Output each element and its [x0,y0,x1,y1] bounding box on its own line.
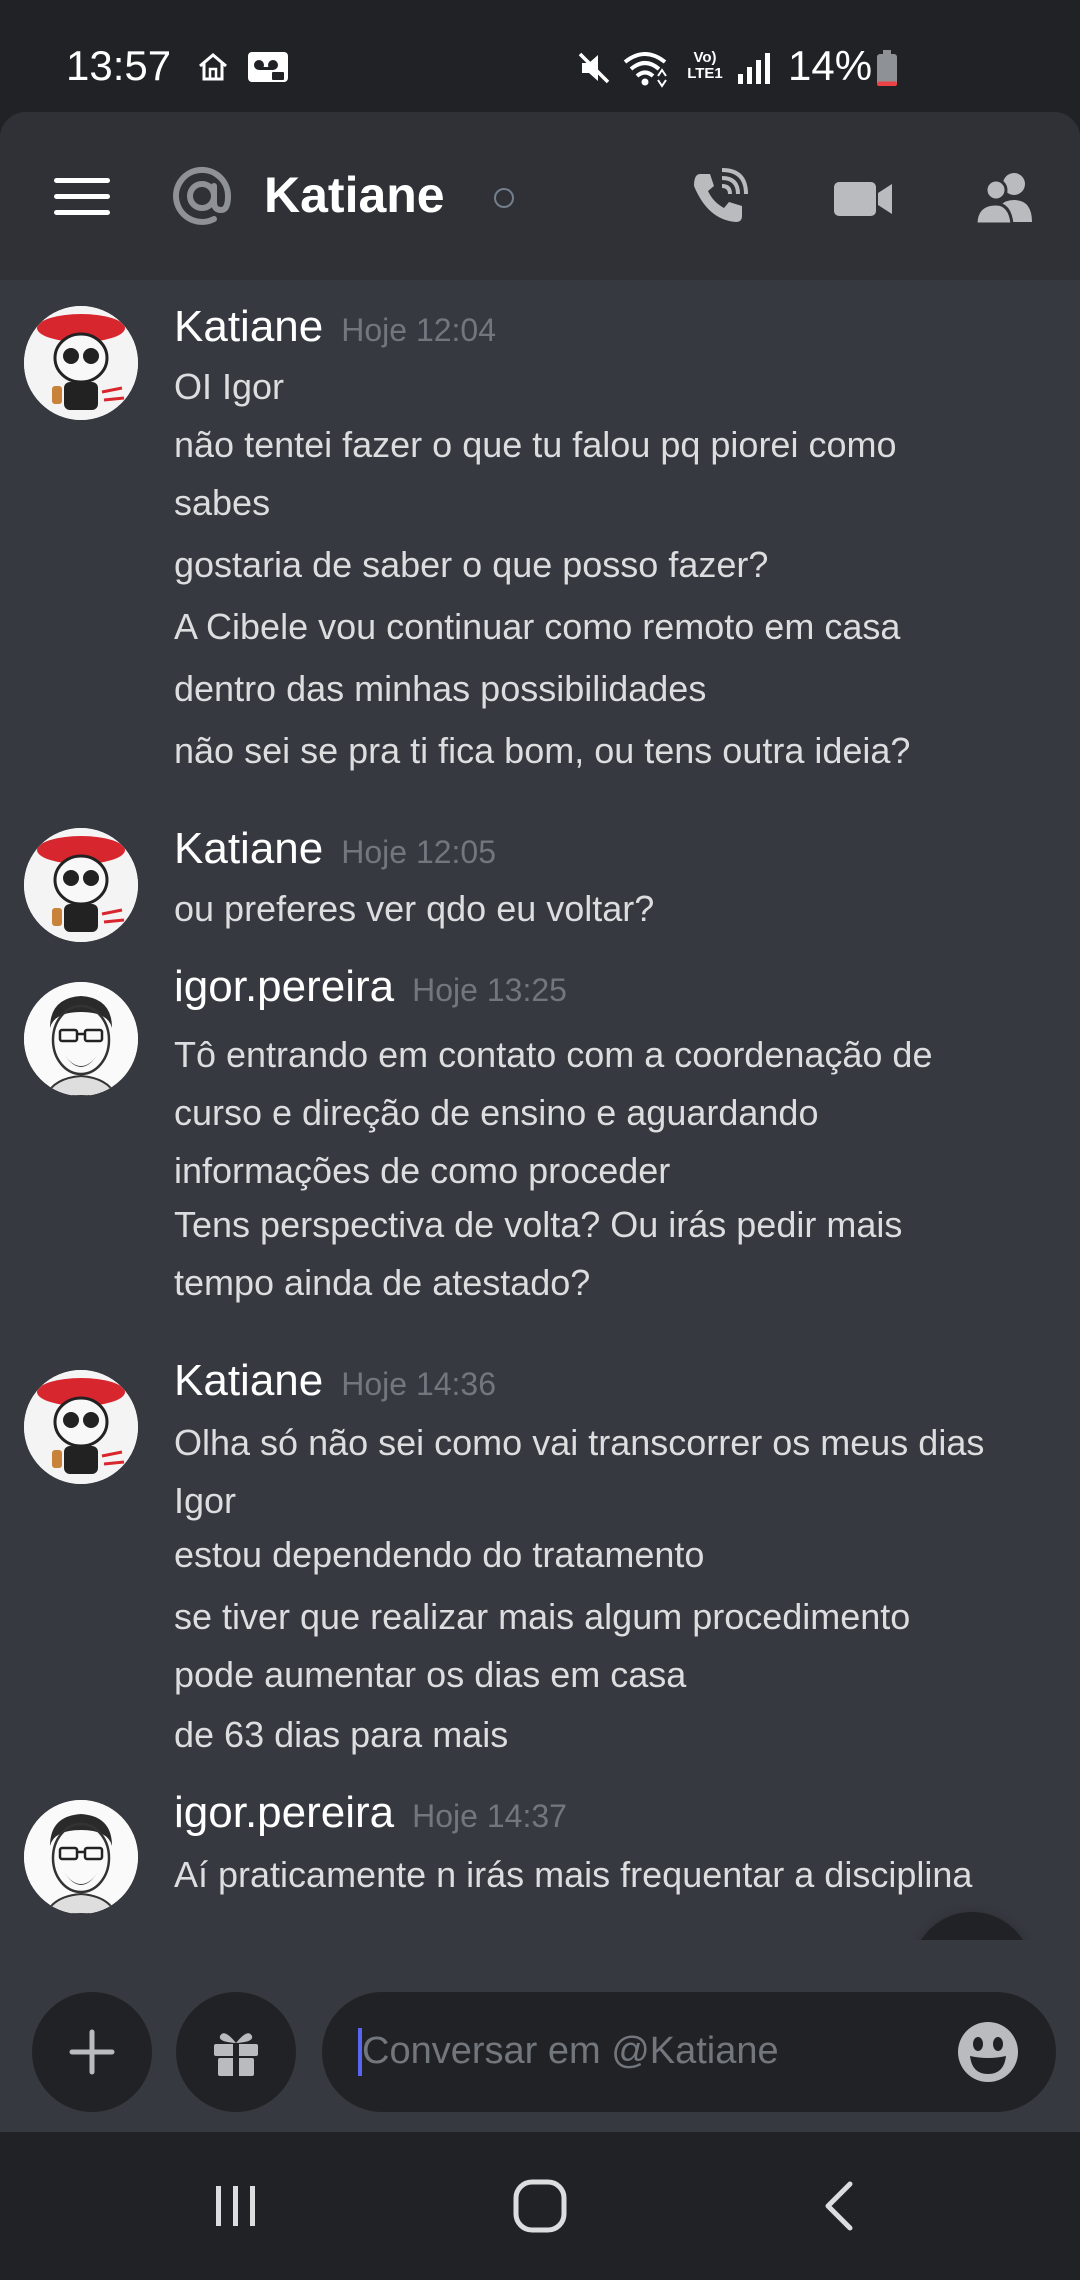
avatar[interactable] [24,828,138,942]
message-author: igor.pereira Hoje 14:37 [174,1788,567,1838]
message-line: Olha só não sei como vai transcorrer os … [174,1422,985,1463]
emoji-icon[interactable] [956,2020,1020,2084]
message-line: gostaria de saber o que posso fazer? [174,544,769,585]
message-line: estou dependendo do tratamento [174,1534,705,1575]
message-input-placeholder: Conversar em @Katiane [362,2030,779,2072]
message-line: OI Igor [174,366,285,407]
message-line: pode aumentar os dias em casa [174,1654,687,1695]
home-icon [199,53,227,81]
battery-icon [877,50,897,86]
message-line: A Cibele vou continuar como remoto em ca… [174,606,901,647]
avatar[interactable] [24,982,138,1096]
video-camera-icon[interactable] [832,166,896,230]
message-timestamp: Hoje 12:04 [341,312,497,348]
message-timestamp: Hoje 14:36 [341,1366,497,1402]
author-name[interactable]: igor.pereira [174,962,394,1011]
message-line: não tentei fazer o que tu falou pq piore… [174,424,897,465]
status-time: 13:57 [66,42,172,89]
message-line: Aí praticamente n irás mais frequentar a… [174,1854,973,1895]
igor-sketch-avatar [24,982,138,1096]
at-sign-icon [173,166,232,225]
battery-percent: 14% [788,42,873,89]
message-composer: Conversar em @Katiane [0,1940,1080,2132]
message-line: dentro das minhas possibilidades [174,668,707,709]
message-timestamp: Hoje 13:25 [412,972,567,1008]
gift-button[interactable] [176,1992,296,2112]
avatar[interactable] [24,1800,138,1914]
author-name[interactable]: Katiane [174,302,323,351]
message-line: curso e direção de ensino e aguardando [174,1092,819,1133]
message-line: ou preferes ver qdo eu voltar? [174,888,655,929]
recent-apps-icon[interactable] [206,2176,266,2236]
message-author: Katiane Hoje 12:05 [174,824,496,874]
message-author: igor.pereira Hoje 13:25 [174,962,567,1012]
home-button-icon[interactable] [510,2176,570,2236]
back-icon[interactable] [812,2176,872,2236]
message-line: Tô entrando em contato com a coordenação… [174,1034,933,1075]
message-timestamp: Hoje 12:05 [341,834,497,870]
phone-call-icon[interactable] [686,166,750,230]
katiane-skull-avatar [24,306,138,420]
katiane-skull-avatar [24,1370,138,1484]
message-input[interactable]: Conversar em @Katiane [322,1992,1056,2112]
channel-header: Katiane [0,112,1080,280]
message-line: de 63 dias para mais [174,1714,509,1755]
message-line: informações de como proceder [174,1150,671,1191]
wifi-icon [623,52,667,88]
voicemail-icon [248,52,288,82]
igor-sketch-avatar [24,1800,138,1914]
mute-icon [578,52,610,84]
system-navigation-bar [0,2132,1080,2280]
message-line: Tens perspectiva de volta? Ou irás pedir… [174,1204,903,1245]
status-indicator [486,180,522,216]
author-name[interactable]: Katiane [174,824,323,873]
signal-icon [738,53,770,84]
message-line: sabes [174,482,271,523]
author-name[interactable]: Katiane [174,1356,323,1405]
message-author: Katiane Hoje 12:04 [174,302,496,352]
hamburger-icon[interactable] [54,178,110,218]
message-line: se tiver que realizar mais algum procedi… [174,1596,911,1637]
message-timestamp: Hoje 14:37 [412,1798,567,1834]
message-line: Igor [174,1480,237,1521]
message-list[interactable]: Katiane Hoje 12:04 OI Igor não tentei faz… [0,280,1080,1940]
message-author: Katiane Hoje 14:36 [174,1356,496,1406]
avatar[interactable] [24,306,138,420]
avatar[interactable] [24,1370,138,1484]
members-icon[interactable] [974,166,1038,230]
katiane-skull-avatar [24,828,138,942]
chat-screen: Katiane Katiane Hoje 12:04 OI Igor não t… [0,112,1080,2132]
channel-title: Katiane [264,167,445,223]
volte-indicator: Vo) LTE1 [687,49,723,82]
plus-icon [69,2029,115,2075]
jump-to-bottom-button[interactable] [912,1912,1032,1940]
author-name[interactable]: igor.pereira [174,1788,394,1837]
message-line: tempo ainda de atestado? [174,1262,591,1303]
add-attachment-button[interactable] [32,1992,152,2112]
status-bar: 13:57 Vo) LTE1 14% [0,0,1080,112]
gift-icon [214,2033,258,2076]
message-line: não sei se pra ti fica bom, ou tens outr… [174,730,911,771]
